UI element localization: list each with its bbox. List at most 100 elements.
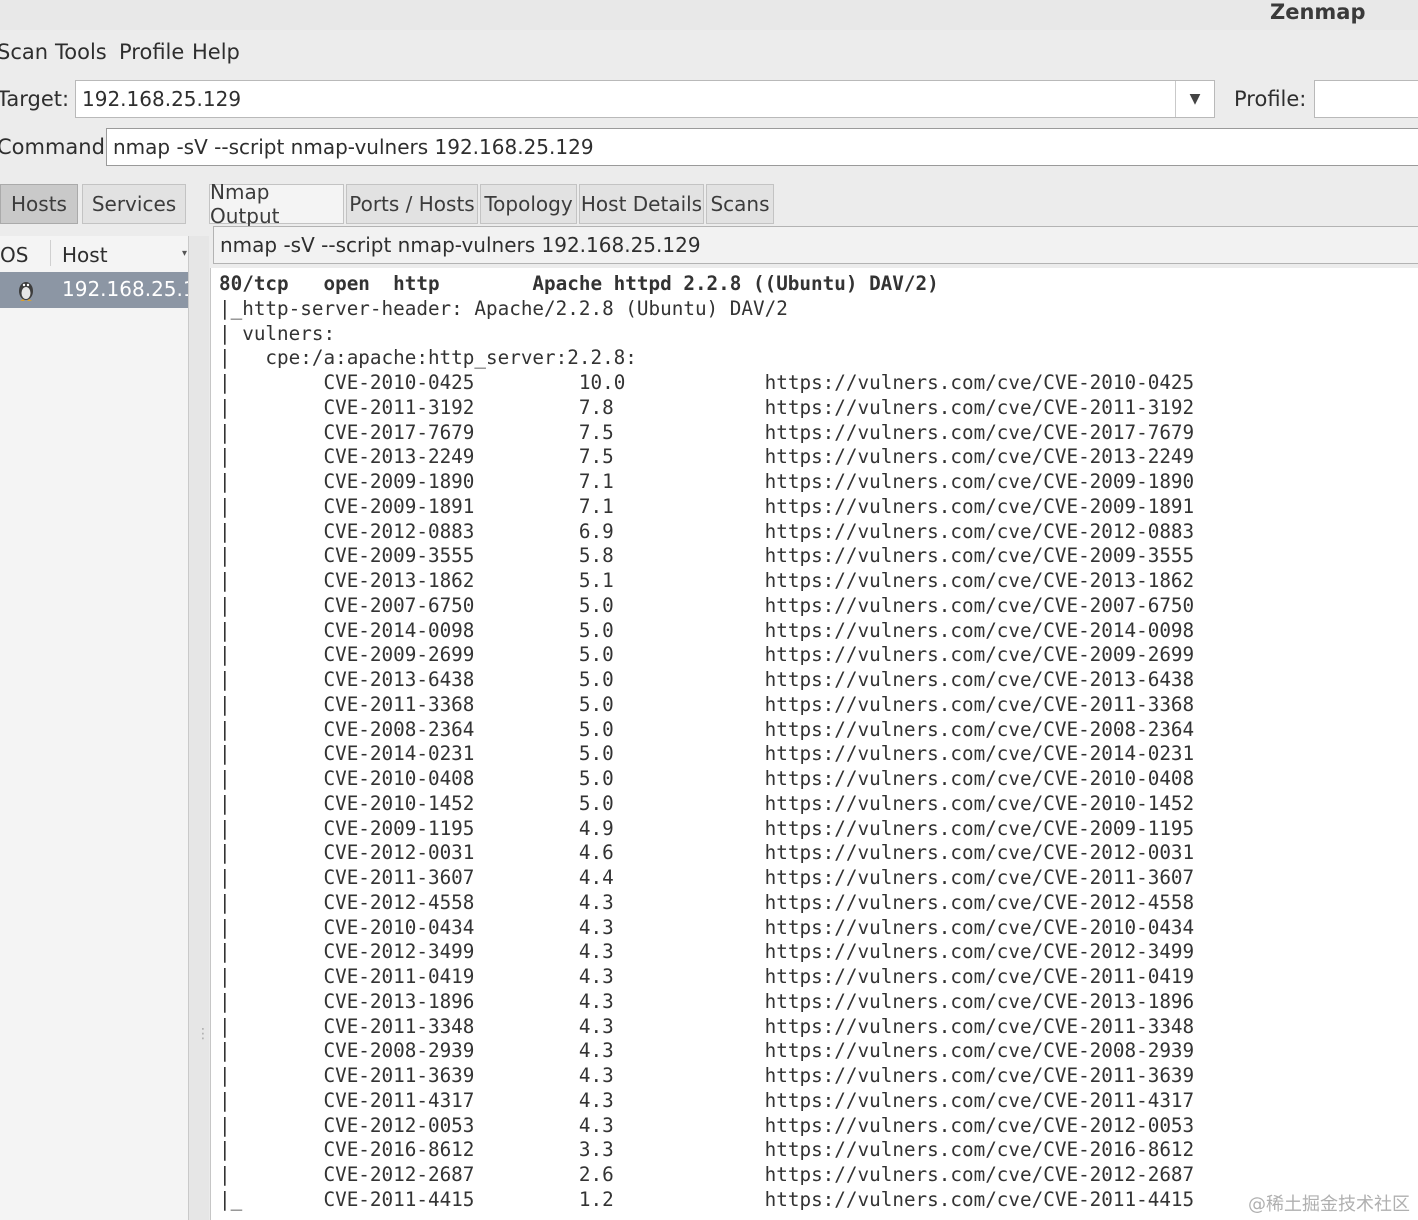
cve-link[interactable]: https://vulners.com/cve/CVE-2011-0419 — [765, 965, 1195, 988]
cve-id: CVE-2014-0098 — [323, 618, 475, 642]
tab-topology[interactable]: Topology — [480, 184, 577, 224]
tab-ports-hosts[interactable]: Ports / Hosts — [346, 184, 478, 224]
cve-id: CVE-2011-4415 — [323, 1187, 475, 1211]
cve-link[interactable]: https://vulners.com/cve/CVE-2011-4317 — [765, 1089, 1195, 1112]
cve-link[interactable]: https://vulners.com/cve/CVE-2010-0434 — [765, 916, 1195, 939]
tab-services[interactable]: Services — [82, 184, 186, 224]
cve-row: | CVE-2009-1891 7.1 https://vulners.com/… — [219, 494, 1195, 518]
cvss-score: 7.1 — [578, 470, 614, 493]
cve-link[interactable]: https://vulners.com/cve/CVE-2010-0408 — [765, 767, 1195, 790]
title-bar: Zenmap — [0, 0, 1418, 30]
host-row[interactable]: 192.168.25.129 — [0, 272, 188, 308]
cve-link[interactable]: https://vulners.com/cve/CVE-2009-3555 — [765, 544, 1195, 567]
host-list-panel: OS Host ▾ 192.168.25.129 — [0, 236, 189, 1220]
cve-id: CVE-2012-3499 — [323, 940, 475, 964]
cve-link[interactable]: https://vulners.com/cve/CVE-2013-1862 — [765, 569, 1195, 592]
cve-link[interactable]: https://vulners.com/cve/CVE-2011-3639 — [765, 1064, 1195, 1087]
cve-link[interactable]: https://vulners.com/cve/CVE-2010-1452 — [765, 792, 1195, 815]
cve-row: | CVE-2012-0883 6.9 https://vulners.com/… — [219, 519, 1195, 543]
cve-link[interactable]: https://vulners.com/cve/CVE-2017-7679 — [765, 421, 1195, 444]
cve-link[interactable]: https://vulners.com/cve/CVE-2012-4558 — [765, 891, 1195, 914]
cvss-score: 4.3 — [578, 965, 614, 988]
cve-row: | CVE-2011-4317 4.3 https://vulners.com/… — [219, 1088, 1195, 1112]
cve-id: CVE-2008-2939 — [323, 1039, 475, 1063]
cve-link[interactable]: https://vulners.com/cve/CVE-2011-3368 — [765, 693, 1195, 716]
cve-row: | CVE-2009-1890 7.1 https://vulners.com/… — [219, 470, 1195, 493]
cvss-score: 7.8 — [578, 395, 614, 419]
cve-link[interactable]: https://vulners.com/cve/CVE-2013-6438 — [765, 668, 1195, 691]
cve-link[interactable]: https://vulners.com/cve/CVE-2012-2687 — [765, 1163, 1195, 1186]
command-input[interactable]: nmap -sV --script nmap-vulners 192.168.2… — [106, 128, 1418, 166]
cve-id: CVE-2011-3192 — [323, 395, 475, 419]
cve-id: CVE-2013-1862 — [323, 569, 475, 592]
cve-row: | CVE-2013-2249 7.5 https://vulners.com/… — [219, 445, 1195, 469]
cve-link[interactable]: https://vulners.com/cve/CVE-2009-2699 — [765, 643, 1195, 666]
cve-link[interactable]: https://vulners.com/cve/CVE-2012-0031 — [765, 841, 1195, 864]
cvss-score: 5.0 — [578, 742, 614, 766]
cvss-score: 6.9 — [578, 519, 614, 543]
tab-hosts[interactable]: Hosts — [0, 184, 78, 224]
cve-row: | CVE-2010-0425 10.0 https://vulners.com… — [219, 371, 1195, 394]
cve-link[interactable]: https://vulners.com/cve/CVE-2009-1891 — [765, 495, 1195, 518]
column-host-header[interactable]: Host — [62, 243, 108, 267]
cve-link[interactable]: https://vulners.com/cve/CVE-2011-4415 — [765, 1188, 1195, 1211]
tab-host-details[interactable]: Host Details — [579, 184, 704, 224]
grip-icon: ⋮ — [196, 1026, 210, 1042]
cve-link[interactable]: https://vulners.com/cve/CVE-2009-1890 — [765, 470, 1195, 493]
cve-id: CVE-2012-0031 — [323, 841, 475, 865]
cve-link[interactable]: https://vulners.com/cve/CVE-2014-0098 — [765, 619, 1195, 642]
cve-row: | CVE-2011-0419 4.3 https://vulners.com/… — [219, 965, 1195, 988]
cve-link[interactable]: https://vulners.com/cve/CVE-2011-3192 — [765, 396, 1195, 419]
cve-id: CVE-2009-1195 — [323, 816, 475, 840]
scan-selector-combo[interactable]: nmap -sV --script nmap-vulners 192.168.2… — [213, 226, 1418, 264]
target-input[interactable]: 192.168.25.129 ▼ — [75, 80, 1215, 118]
nmap-output-text[interactable]: 80/tcp open http Apache httpd 2.2.8 ((Ub… — [210, 268, 1418, 1220]
cve-link[interactable]: https://vulners.com/cve/CVE-2012-0883 — [765, 520, 1195, 543]
vulners-line: | vulners: — [219, 321, 336, 345]
nmap-output-panel: nmap -sV --script nmap-vulners 192.168.2… — [209, 226, 1418, 1220]
pane-divider[interactable]: ⋮ — [189, 236, 210, 1220]
menu-help[interactable]: Help — [192, 40, 240, 64]
target-dropdown-button[interactable]: ▼ — [1175, 81, 1214, 117]
cve-row: | CVE-2012-2687 2.6 https://vulners.com/… — [219, 1163, 1195, 1186]
cve-id: CVE-2007-6750 — [323, 593, 475, 617]
cve-row: | CVE-2008-2939 4.3 https://vulners.com/… — [219, 1039, 1195, 1063]
cve-id: CVE-2012-2687 — [323, 1163, 475, 1186]
cvss-score: 4.3 — [578, 1039, 614, 1063]
cve-link[interactable]: https://vulners.com/cve/CVE-2010-0425 — [765, 371, 1195, 394]
cve-link[interactable]: https://vulners.com/cve/CVE-2011-3348 — [765, 1015, 1195, 1038]
sort-arrow-icon: ▾ — [182, 248, 188, 259]
tab-hosts-label: Hosts — [11, 192, 67, 216]
cve-id: CVE-2013-1896 — [323, 989, 475, 1013]
cve-link[interactable]: https://vulners.com/cve/CVE-2013-2249 — [765, 445, 1195, 468]
cve-link[interactable]: https://vulners.com/cve/CVE-2016-8612 — [765, 1138, 1195, 1161]
cve-link[interactable]: https://vulners.com/cve/CVE-2008-2939 — [765, 1039, 1195, 1062]
cve-link[interactable]: https://vulners.com/cve/CVE-2012-0053 — [765, 1114, 1195, 1137]
cve-link[interactable]: https://vulners.com/cve/CVE-2008-2364 — [765, 718, 1195, 741]
cve-link[interactable]: https://vulners.com/cve/CVE-2007-6750 — [765, 594, 1195, 617]
menu-profile[interactable]: Profile — [119, 40, 184, 64]
cve-link[interactable]: https://vulners.com/cve/CVE-2013-1896 — [765, 990, 1195, 1013]
cvss-score: 5.8 — [578, 544, 614, 568]
menu-scan[interactable]: Scan — [0, 40, 48, 64]
menu-tools[interactable]: Tools — [55, 40, 107, 64]
cve-row: | CVE-2016-8612 3.3 https://vulners.com/… — [219, 1138, 1195, 1162]
cve-row: | CVE-2012-4558 4.3 https://vulners.com/… — [219, 890, 1195, 914]
cve-row: | CVE-2012-3499 4.3 https://vulners.com/… — [219, 940, 1195, 964]
tab-scans[interactable]: Scans — [706, 184, 774, 224]
cve-id: CVE-2012-0883 — [323, 519, 475, 543]
column-os-header[interactable]: OS — [0, 243, 28, 267]
cve-link[interactable]: https://vulners.com/cve/CVE-2011-3607 — [765, 866, 1195, 889]
cve-row: | CVE-2017-7679 7.5 https://vulners.com/… — [219, 420, 1195, 444]
cve-row: | CVE-2011-3348 4.3 https://vulners.com/… — [219, 1014, 1195, 1038]
cve-link[interactable]: https://vulners.com/cve/CVE-2012-3499 — [765, 940, 1195, 963]
linux-penguin-icon — [19, 282, 33, 301]
cve-id: CVE-2011-4317 — [323, 1088, 475, 1112]
cve-row: | CVE-2013-1896 4.3 https://vulners.com/… — [219, 989, 1195, 1013]
tab-nmap-output[interactable]: Nmap Output — [209, 180, 344, 228]
cve-link[interactable]: https://vulners.com/cve/CVE-2009-1195 — [765, 817, 1195, 840]
profile-combo[interactable] — [1314, 80, 1418, 118]
cve-id: CVE-2011-3348 — [323, 1014, 475, 1038]
cve-link[interactable]: https://vulners.com/cve/CVE-2014-0231 — [765, 742, 1195, 765]
cve-id: CVE-2011-3639 — [323, 1064, 475, 1087]
